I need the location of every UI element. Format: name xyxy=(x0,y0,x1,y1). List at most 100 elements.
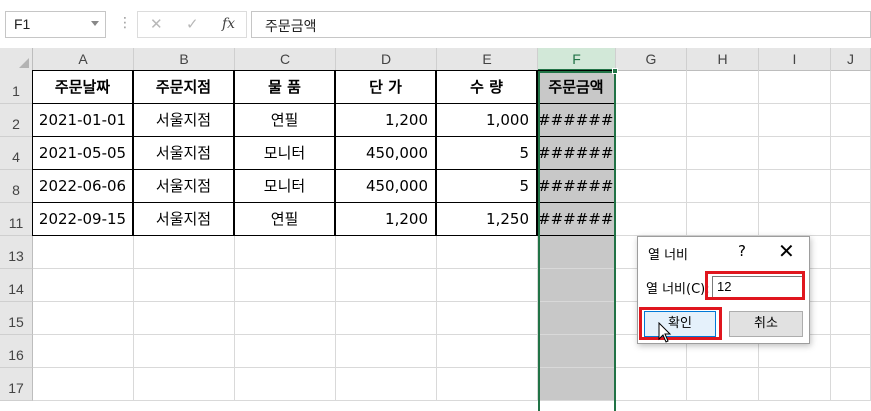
column-header-i[interactable]: I xyxy=(759,48,831,71)
cell-g1[interactable] xyxy=(616,71,687,104)
cell-g2[interactable] xyxy=(616,104,687,137)
cell-a1[interactable]: 주문날짜 xyxy=(32,70,133,104)
column-header-f[interactable]: F xyxy=(538,48,616,71)
cell-b16[interactable] xyxy=(134,335,235,368)
column-header-d[interactable]: D xyxy=(336,48,437,71)
row-header-11[interactable]: 11 xyxy=(0,203,33,236)
cell-b14[interactable] xyxy=(134,269,235,302)
cell-j16[interactable] xyxy=(831,335,871,368)
cell-d1[interactable]: 단 가 xyxy=(335,70,436,104)
cell-j8[interactable] xyxy=(831,170,871,203)
row-header-4[interactable]: 4 xyxy=(0,137,33,170)
column-header-h[interactable]: H xyxy=(687,48,759,71)
cell-b8[interactable]: 서울지점 xyxy=(133,169,234,203)
close-icon[interactable]: ✕ xyxy=(778,239,795,263)
column-header-e[interactable]: E xyxy=(437,48,538,71)
cancel-icon[interactable]: ✕ xyxy=(150,15,163,33)
cell-b1[interactable]: 주문지점 xyxy=(133,70,234,104)
cancel-button[interactable]: 취소 xyxy=(729,311,803,337)
cell-j13[interactable] xyxy=(831,236,871,269)
cell-c14[interactable] xyxy=(235,269,336,302)
cell-e2[interactable]: 1,000 xyxy=(436,103,537,137)
cell-e17[interactable] xyxy=(437,368,538,401)
cell-g17[interactable] xyxy=(616,368,687,401)
column-header-c[interactable]: C xyxy=(235,48,336,71)
cell-e1[interactable]: 수 량 xyxy=(436,70,537,104)
help-icon[interactable]: ? xyxy=(738,242,746,260)
cell-b15[interactable] xyxy=(134,302,235,335)
cell-e11[interactable]: 1,250 xyxy=(436,202,537,236)
cell-a14[interactable] xyxy=(33,269,134,302)
cell-d17[interactable] xyxy=(336,368,437,401)
column-header-g[interactable]: G xyxy=(616,48,687,71)
cell-c15[interactable] xyxy=(235,302,336,335)
formula-input[interactable]: 주문금액 xyxy=(251,11,871,38)
cell-h4[interactable] xyxy=(687,137,759,170)
cell-c13[interactable] xyxy=(235,236,336,269)
cell-a13[interactable] xyxy=(33,236,134,269)
check-icon[interactable]: ✓ xyxy=(186,15,199,33)
name-box[interactable]: F1 xyxy=(5,11,106,38)
cell-a2[interactable]: 2021-01-01 xyxy=(32,103,133,137)
cell-i11[interactable] xyxy=(759,203,831,236)
cell-a17[interactable] xyxy=(33,368,134,401)
row-header-1[interactable]: 1 xyxy=(0,71,33,104)
cell-d16[interactable] xyxy=(336,335,437,368)
cell-h2[interactable] xyxy=(687,104,759,137)
cell-j1[interactable] xyxy=(831,71,871,104)
cell-h11[interactable] xyxy=(687,203,759,236)
cell-c4[interactable]: 모니터 xyxy=(234,136,335,170)
cell-g4[interactable] xyxy=(616,137,687,170)
cell-e15[interactable] xyxy=(437,302,538,335)
select-all-button[interactable] xyxy=(0,48,33,71)
column-header-b[interactable]: B xyxy=(134,48,235,71)
column-header-j[interactable]: J xyxy=(831,48,871,71)
row-header-14[interactable]: 14 xyxy=(0,269,33,302)
cell-i8[interactable] xyxy=(759,170,831,203)
cell-c11[interactable]: 연필 xyxy=(234,202,335,236)
cell-d2[interactable]: 1,200 xyxy=(335,103,436,137)
row-header-13[interactable]: 13 xyxy=(0,236,33,269)
cell-h17[interactable] xyxy=(687,368,759,401)
cell-a4[interactable]: 2021-05-05 xyxy=(32,136,133,170)
cell-a8[interactable]: 2022-06-06 xyxy=(32,169,133,203)
cell-a16[interactable] xyxy=(33,335,134,368)
row-header-15[interactable]: 15 xyxy=(0,302,33,335)
cell-b11[interactable]: 서울지점 xyxy=(133,202,234,236)
cell-i2[interactable] xyxy=(759,104,831,137)
cell-d15[interactable] xyxy=(336,302,437,335)
chevron-down-icon[interactable] xyxy=(91,21,99,26)
cell-g11[interactable] xyxy=(616,203,687,236)
cell-j14[interactable] xyxy=(831,269,871,302)
cell-h1[interactable] xyxy=(687,71,759,104)
cell-a11[interactable]: 2022-09-15 xyxy=(32,202,133,236)
row-header-8[interactable]: 8 xyxy=(0,170,33,203)
row-header-2[interactable]: 2 xyxy=(0,104,33,137)
cell-g8[interactable] xyxy=(616,170,687,203)
row-header-17[interactable]: 17 xyxy=(0,368,33,401)
cell-c1[interactable]: 물 품 xyxy=(234,70,335,104)
cell-e14[interactable] xyxy=(437,269,538,302)
cell-d14[interactable] xyxy=(336,269,437,302)
cell-e8[interactable]: 5 xyxy=(436,169,537,203)
cell-d8[interactable]: 450,000 xyxy=(335,169,436,203)
cell-e4[interactable]: 5 xyxy=(436,136,537,170)
cell-c17[interactable] xyxy=(235,368,336,401)
cell-j2[interactable] xyxy=(831,104,871,137)
cell-c8[interactable]: 모니터 xyxy=(234,169,335,203)
cell-b4[interactable]: 서울지점 xyxy=(133,136,234,170)
cell-e13[interactable] xyxy=(437,236,538,269)
cell-i1[interactable] xyxy=(759,71,831,104)
cell-b13[interactable] xyxy=(134,236,235,269)
cell-b17[interactable] xyxy=(134,368,235,401)
row-header-16[interactable]: 16 xyxy=(0,335,33,368)
cell-d13[interactable] xyxy=(336,236,437,269)
cell-b2[interactable]: 서울지점 xyxy=(133,103,234,137)
cell-j17[interactable] xyxy=(831,368,871,401)
cell-d4[interactable]: 450,000 xyxy=(335,136,436,170)
fill-handle[interactable] xyxy=(612,68,618,74)
cell-a15[interactable] xyxy=(33,302,134,335)
cell-d11[interactable]: 1,200 xyxy=(335,202,436,236)
cell-i17[interactable] xyxy=(759,368,831,401)
cell-j15[interactable] xyxy=(831,302,871,335)
